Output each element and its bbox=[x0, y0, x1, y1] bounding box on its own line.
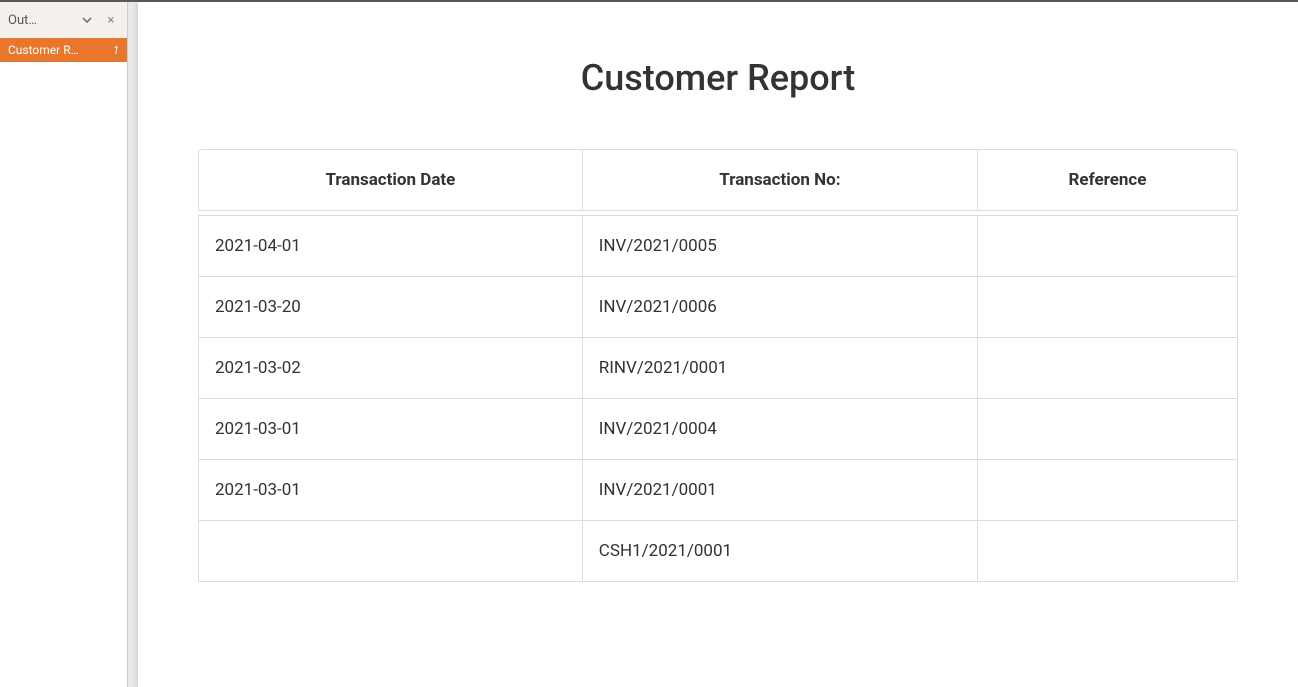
table-row: 2021-03-02 RINV/2021/0001 bbox=[198, 338, 1238, 399]
chevron-down-icon[interactable] bbox=[79, 12, 95, 28]
cell-date: 2021-03-20 bbox=[198, 277, 583, 338]
table-row: 2021-03-01 INV/2021/0004 bbox=[198, 399, 1238, 460]
table-row: 2021-03-20 INV/2021/0006 bbox=[198, 277, 1238, 338]
report-table: Transaction Date Transaction No: Referen… bbox=[198, 149, 1238, 582]
cell-ref bbox=[978, 521, 1238, 582]
column-header-date: Transaction Date bbox=[198, 149, 583, 211]
close-icon[interactable]: × bbox=[103, 12, 119, 28]
sidebar-header-label: Out… bbox=[8, 13, 75, 28]
table-row: 2021-04-01 INV/2021/0005 bbox=[198, 215, 1238, 277]
app-container: Out… × Customer R… 1 Customer Report Tra… bbox=[0, 2, 1298, 687]
main-area: Customer Report Transaction Date Transac… bbox=[128, 2, 1298, 687]
cell-no: INV/2021/0004 bbox=[583, 399, 978, 460]
cell-ref bbox=[978, 460, 1238, 521]
report-title: Customer Report bbox=[198, 2, 1238, 149]
column-header-ref: Reference bbox=[978, 149, 1238, 211]
cell-date: 2021-03-01 bbox=[198, 399, 583, 460]
cell-no: CSH1/2021/0001 bbox=[583, 521, 978, 582]
cell-ref bbox=[978, 215, 1238, 277]
cell-no: INV/2021/0001 bbox=[583, 460, 978, 521]
sidebar: Out… × Customer R… 1 bbox=[0, 2, 128, 687]
cell-date: 2021-03-01 bbox=[198, 460, 583, 521]
sidebar-header: Out… × bbox=[0, 2, 127, 38]
table-row: 2021-03-01 INV/2021/0001 bbox=[198, 460, 1238, 521]
table-header-row: Transaction Date Transaction No: Referen… bbox=[198, 149, 1238, 211]
sidebar-tab-label: Customer R… bbox=[8, 43, 109, 57]
column-header-no: Transaction No: bbox=[583, 149, 978, 211]
sidebar-tab-count: 1 bbox=[113, 44, 119, 57]
cell-ref bbox=[978, 399, 1238, 460]
cell-no: INV/2021/0005 bbox=[583, 215, 978, 277]
table-row: CSH1/2021/0001 bbox=[198, 521, 1238, 582]
cell-date: 2021-03-02 bbox=[198, 338, 583, 399]
cell-ref bbox=[978, 338, 1238, 399]
cell-date bbox=[198, 521, 583, 582]
sidebar-body bbox=[0, 62, 127, 687]
sidebar-tab-customer-report[interactable]: Customer R… 1 bbox=[0, 38, 127, 62]
cell-no: INV/2021/0006 bbox=[583, 277, 978, 338]
cell-date: 2021-04-01 bbox=[198, 215, 583, 277]
report-paper: Customer Report Transaction Date Transac… bbox=[138, 2, 1298, 687]
cell-ref bbox=[978, 277, 1238, 338]
cell-no: RINV/2021/0001 bbox=[583, 338, 978, 399]
